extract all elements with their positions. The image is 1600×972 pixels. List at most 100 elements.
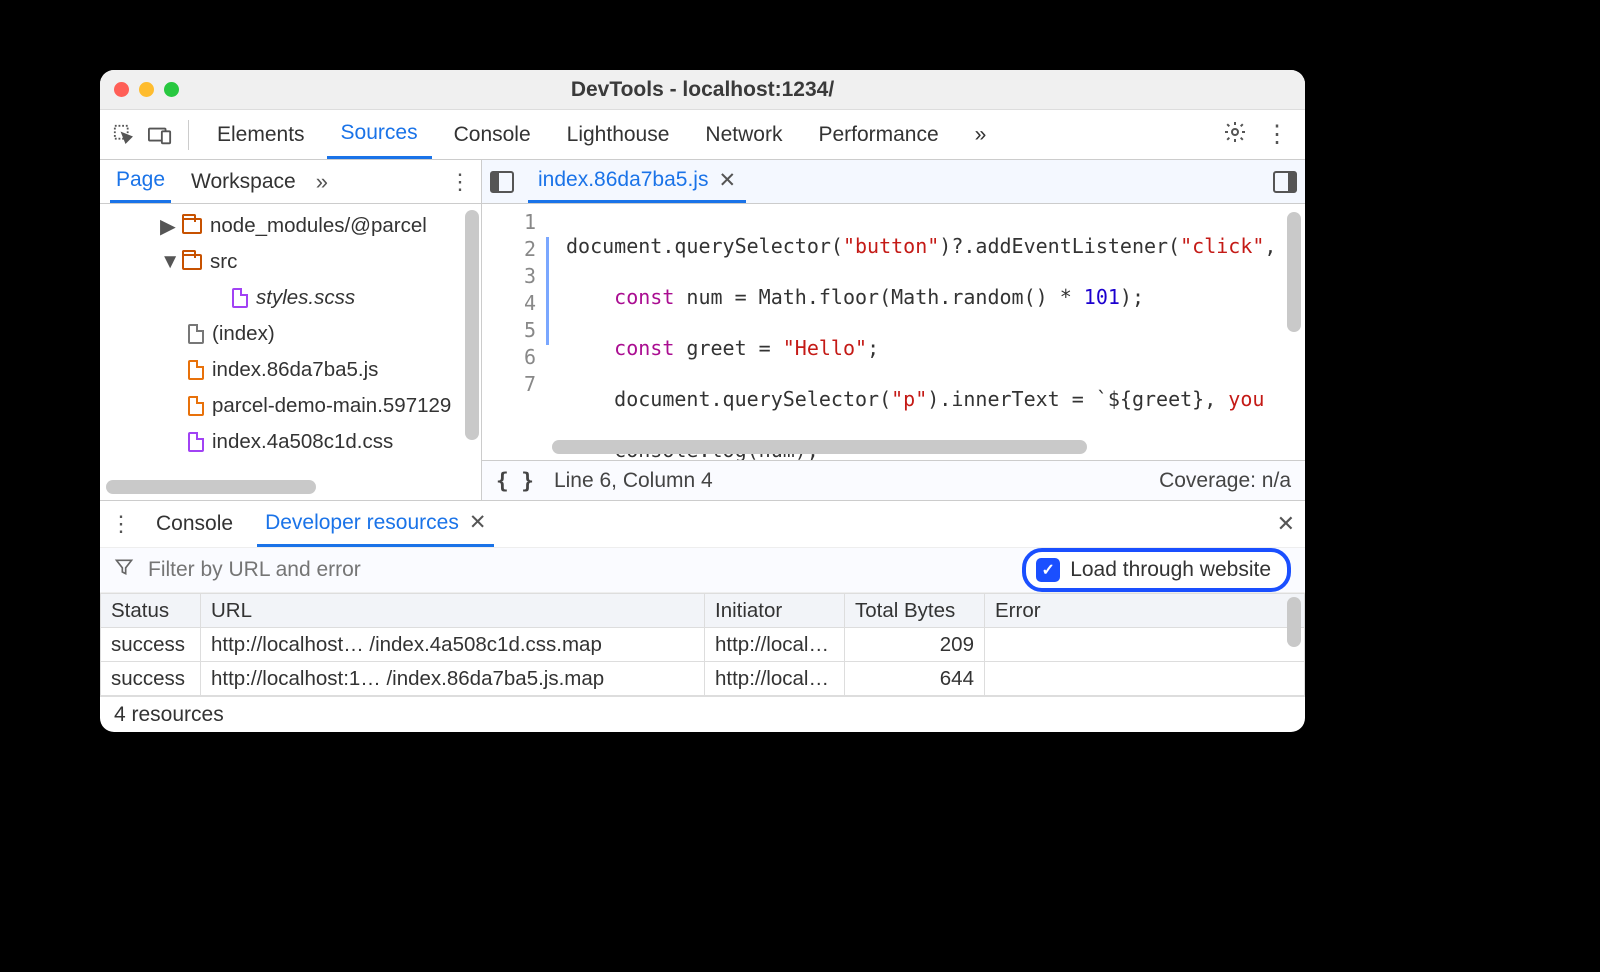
filter-icon[interactable] — [114, 557, 134, 583]
navigator-tabs: Page Workspace » ⋮ — [100, 160, 481, 204]
load-through-label: Load through website — [1070, 558, 1271, 582]
window-title: DevTools - localhost:1234/ — [100, 78, 1305, 102]
tab-console[interactable]: Console — [440, 110, 545, 159]
filter-bar: ✓ Load through website — [100, 547, 1305, 593]
tree-folder-src[interactable]: ▼ src — [100, 244, 481, 280]
table-row[interactable]: success http://localhost:1… /index.86da7… — [101, 662, 1305, 696]
drawer-more-icon[interactable]: ⋮ — [110, 511, 132, 537]
scrollbar-horizontal[interactable] — [106, 480, 316, 494]
titlebar: DevTools - localhost:1234/ — [100, 70, 1305, 110]
tree-label: index.86da7ba5.js — [212, 358, 378, 382]
tree-file-index-js[interactable]: index.86da7ba5.js — [100, 352, 481, 388]
main-toolbar: Elements Sources Console Lighthouse Netw… — [100, 110, 1305, 160]
inspect-element-icon[interactable] — [110, 124, 138, 146]
close-drawer-icon[interactable]: ✕ — [1277, 511, 1295, 537]
tree-file-parcel-demo[interactable]: parcel-demo-main.597129 — [100, 388, 481, 424]
load-through-website-toggle[interactable]: ✓ Load through website — [1022, 548, 1291, 592]
resource-count: 4 resources — [114, 703, 224, 727]
more-icon[interactable]: ⋮ — [1265, 120, 1289, 149]
toggle-debugger-icon[interactable] — [1273, 171, 1297, 193]
cell-status: success — [101, 662, 201, 696]
editor-statusbar: { } Line 6, Column 4 Coverage: n/a — [482, 460, 1305, 500]
nav-more-icon[interactable]: ⋮ — [449, 169, 471, 195]
scrollbar-vertical[interactable] — [465, 210, 479, 440]
tree-label: (index) — [212, 322, 275, 346]
tab-network[interactable]: Network — [691, 110, 796, 159]
col-url[interactable]: URL — [201, 594, 705, 628]
editor-tabstrip: index.86da7ba5.js ✕ — [482, 160, 1305, 204]
cell-url: http://localhost… /index.4a508c1d.css.ma… — [201, 628, 705, 662]
folder-icon — [182, 218, 202, 234]
tab-lighthouse[interactable]: Lighthouse — [553, 110, 684, 159]
file-icon — [232, 288, 248, 308]
device-toggle-icon[interactable] — [146, 125, 174, 145]
line-gutter: 123 4567 — [482, 204, 552, 460]
tab-sources[interactable]: Sources — [327, 110, 432, 159]
drawer-tab-developer-resources[interactable]: Developer resources ✕ — [257, 501, 494, 547]
settings-icon[interactable] — [1223, 120, 1247, 150]
close-tab-icon[interactable]: ✕ — [718, 168, 736, 193]
navigator-pane: Page Workspace » ⋮ ▶ node_modules/@parce… — [100, 160, 482, 500]
folder-icon — [182, 254, 202, 270]
tree-folder-node-modules[interactable]: ▶ node_modules/@parcel — [100, 208, 481, 244]
editor-tab-label: index.86da7ba5.js — [538, 168, 708, 192]
tree-label: index.4a508c1d.css — [212, 430, 393, 454]
file-icon — [188, 360, 204, 380]
col-status[interactable]: Status — [101, 594, 201, 628]
table-row[interactable]: success http://localhost… /index.4a508c1… — [101, 628, 1305, 662]
cell-error — [985, 662, 1305, 696]
tree-label: src — [210, 250, 237, 274]
editor-pane: index.86da7ba5.js ✕ 123 4567 document.qu… — [482, 160, 1305, 500]
code-editor[interactable]: 123 4567 document.querySelector("button"… — [482, 204, 1305, 460]
cell-initiator: http://local… — [705, 628, 845, 662]
coverage-status: Coverage: n/a — [1159, 469, 1291, 493]
col-initiator[interactable]: Initiator — [705, 594, 845, 628]
col-total-bytes[interactable]: Total Bytes — [845, 594, 985, 628]
editor-scrollbar-vertical[interactable] — [1287, 212, 1301, 332]
cell-bytes: 644 — [845, 662, 985, 696]
toggle-navigator-icon[interactable] — [490, 171, 514, 193]
tabs-overflow-icon[interactable]: » — [961, 110, 1001, 159]
cursor-position: Line 6, Column 4 — [554, 469, 713, 493]
tab-elements[interactable]: Elements — [203, 110, 319, 159]
col-error[interactable]: Error — [985, 594, 1305, 628]
cell-url: http://localhost:1… /index.86da7ba5.js.m… — [201, 662, 705, 696]
tree-label: node_modules/@parcel — [210, 214, 427, 238]
drawer-tab-console[interactable]: Console — [148, 501, 241, 547]
code-content[interactable]: document.querySelector("button")?.addEve… — [552, 204, 1305, 460]
editor-scrollbar-horizontal[interactable] — [552, 440, 1265, 454]
nav-tabs-overflow-icon[interactable]: » — [316, 169, 328, 195]
devtools-window: DevTools - localhost:1234/ Elements Sour… — [100, 70, 1305, 732]
checkbox-checked-icon[interactable]: ✓ — [1036, 558, 1060, 582]
tree-file-styles-scss[interactable]: styles.scss — [100, 280, 481, 316]
drawer-tabstrip: ⋮ Console Developer resources ✕ ✕ — [100, 501, 1305, 547]
tree-label: styles.scss — [256, 286, 355, 310]
cell-initiator: http://local… — [705, 662, 845, 696]
twisty-icon[interactable]: ▼ — [160, 250, 174, 274]
drawer-panel: ⋮ Console Developer resources ✕ ✕ ✓ Load… — [100, 500, 1305, 732]
pretty-print-icon[interactable]: { } — [496, 469, 534, 493]
nav-tab-workspace[interactable]: Workspace — [185, 160, 302, 203]
file-icon — [188, 432, 204, 452]
table-header-row: Status URL Initiator Total Bytes Error — [101, 594, 1305, 628]
nav-tab-page[interactable]: Page — [110, 160, 171, 203]
cell-error — [985, 628, 1305, 662]
editor-tab-index-js[interactable]: index.86da7ba5.js ✕ — [528, 160, 746, 203]
filter-input[interactable] — [148, 558, 1008, 582]
table-scrollbar-vertical[interactable] — [1287, 597, 1301, 647]
close-drawer-tab-icon[interactable]: ✕ — [469, 510, 487, 535]
drawer-footer: 4 resources — [100, 696, 1305, 732]
drawer-tab-label: Developer resources — [265, 511, 459, 535]
file-icon — [188, 324, 204, 344]
file-icon — [188, 396, 204, 416]
tree-file-index[interactable]: (index) — [100, 316, 481, 352]
resources-table-wrap: Status URL Initiator Total Bytes Error s… — [100, 593, 1305, 696]
tree-file-index-css[interactable]: index.4a508c1d.css — [100, 424, 481, 460]
file-tree: ▶ node_modules/@parcel ▼ src styles.scss — [100, 204, 481, 500]
tab-performance[interactable]: Performance — [804, 110, 952, 159]
tree-label: parcel-demo-main.597129 — [212, 394, 451, 418]
twisty-icon[interactable]: ▶ — [160, 214, 174, 239]
resources-table: Status URL Initiator Total Bytes Error s… — [100, 593, 1305, 696]
cell-bytes: 209 — [845, 628, 985, 662]
cell-status: success — [101, 628, 201, 662]
